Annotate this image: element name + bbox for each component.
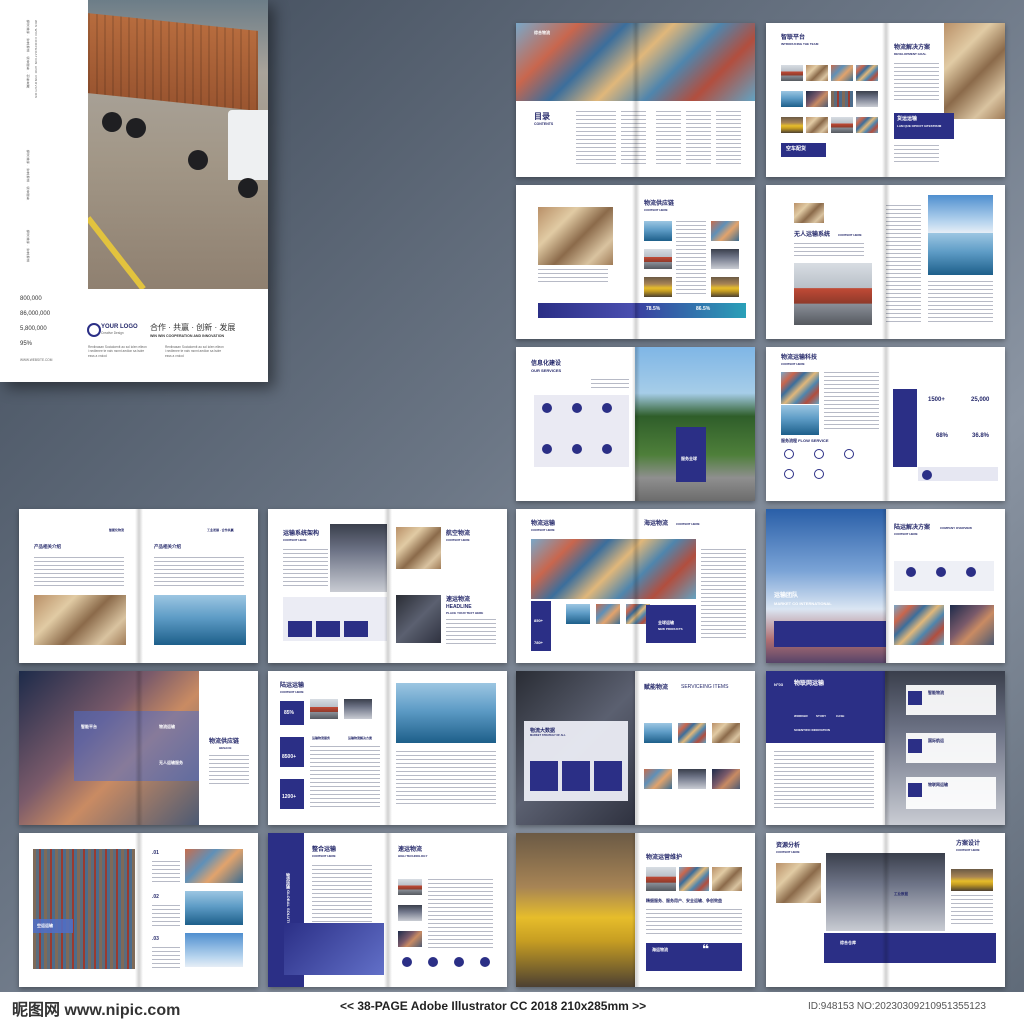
spread-product: 产品相关介绍 智能化物流 工业发展 · 合作共赢 产品相关介绍 [19, 509, 258, 663]
watermark-footer: 昵图网 www.nipic.com << 38-PAGE Adobe Illus… [0, 992, 1024, 1024]
cover-stat-2: 86,000,000 [20, 311, 51, 317]
spread-contents: 综合物流 目录 CONTENTS [516, 23, 755, 177]
cover-logo: YOUR LOGO [101, 324, 138, 330]
cover-body-left: Renlinasan Socialoenit ao sol iolen elle… [88, 345, 147, 358]
spread-transport: 物流运输 CONTENT HERE 850+ 780+ 全球运输 NEW PRO… [516, 509, 755, 663]
spread-bigdata: 物流大数据 MARKET STRATEGY OF ALL 赋能物流 SERVIC… [516, 671, 755, 825]
cover-stat-3: 5,800,000 [20, 326, 47, 332]
cover-slogan: 合作 · 共赢 · 创新 · 发展 [150, 323, 236, 332]
spread-info: 信息化建设 OUR SERVICES 服务全球 [516, 347, 755, 501]
image-id: ID:948153 NO:20230309210951355123 [808, 1001, 986, 1012]
contents-title: 目录 [534, 112, 550, 121]
brochure-cover: 物流运输 · 智慧物流 · 综合服务 · 创新发展 WIN WIN COOPER… [0, 0, 268, 382]
spread-air: 空运运输 .01 .02 .03 [19, 833, 258, 987]
spread-platform: 智联平台 INTRODUCING THE TEAM 空车配货 物流解决方案 DE… [766, 23, 1005, 177]
cover-stat-4: 95% [20, 341, 33, 347]
site-watermark[interactable]: 昵图网 www.nipic.com [12, 996, 180, 1020]
spread-land-solution: 运输团队 MARKET CO INTERNATIONAL 陆运解决方案 CONT… [766, 509, 1005, 663]
spread-architecture: 运输系统架构 CONTENT HERE 航空物流 CONTENT HERE 速运… [268, 509, 507, 663]
cover-website: WWW.WEBSITE.COM [20, 358, 53, 362]
logo-icon [87, 323, 101, 337]
spread-resources: 资源分析 CONTENT HERE 综合仓库 仓储物流 方案设计 CONTENT… [766, 833, 1005, 987]
spread-maintenance: 物流运营维护 精细服务、服务用户、安全运输、争创效益 海运物流 ❝ [516, 833, 755, 987]
spread-unmanned: 无人运输系统 CONTENT HERE [766, 185, 1005, 339]
cover-stat-1: 800,000 [20, 296, 42, 302]
spread-integration: 物流运输 GLOBAL SOLUTION 整合运输 CONTENT HERE 速… [268, 833, 507, 987]
cover-logo-sub: Creative Design [101, 331, 124, 335]
spread-supply: 智能平台 物流运输 无人运输服务 物流供应链 HESACE [19, 671, 258, 825]
cover-slogan-en: WIN WIN COOPERATION AND INNOVATION [150, 334, 225, 338]
cover-truck-photo [88, 0, 268, 289]
spread-iot: N°03 物联网运输 SCIENTIFIC INNOVATION WORKER … [766, 671, 1005, 825]
spread-land: 陆运运输 CONTENT HERE 85% 8500+ 1200+ 运输物流服务… [268, 671, 507, 825]
spread-supply-chain: 物流供应链 CONTENT HERE 78.5% 86.5% [516, 185, 755, 339]
cover-body-right: Renlinasan Socialoenit ao sol iolen elle… [165, 345, 224, 358]
spread-tech: 物流运输科技 CONTENT HERE 服务流程 FLOW SERVICE 15… [766, 347, 1005, 501]
spec-caption: << 38-PAGE Adobe Illustrator CC 2018 210… [340, 999, 647, 1013]
